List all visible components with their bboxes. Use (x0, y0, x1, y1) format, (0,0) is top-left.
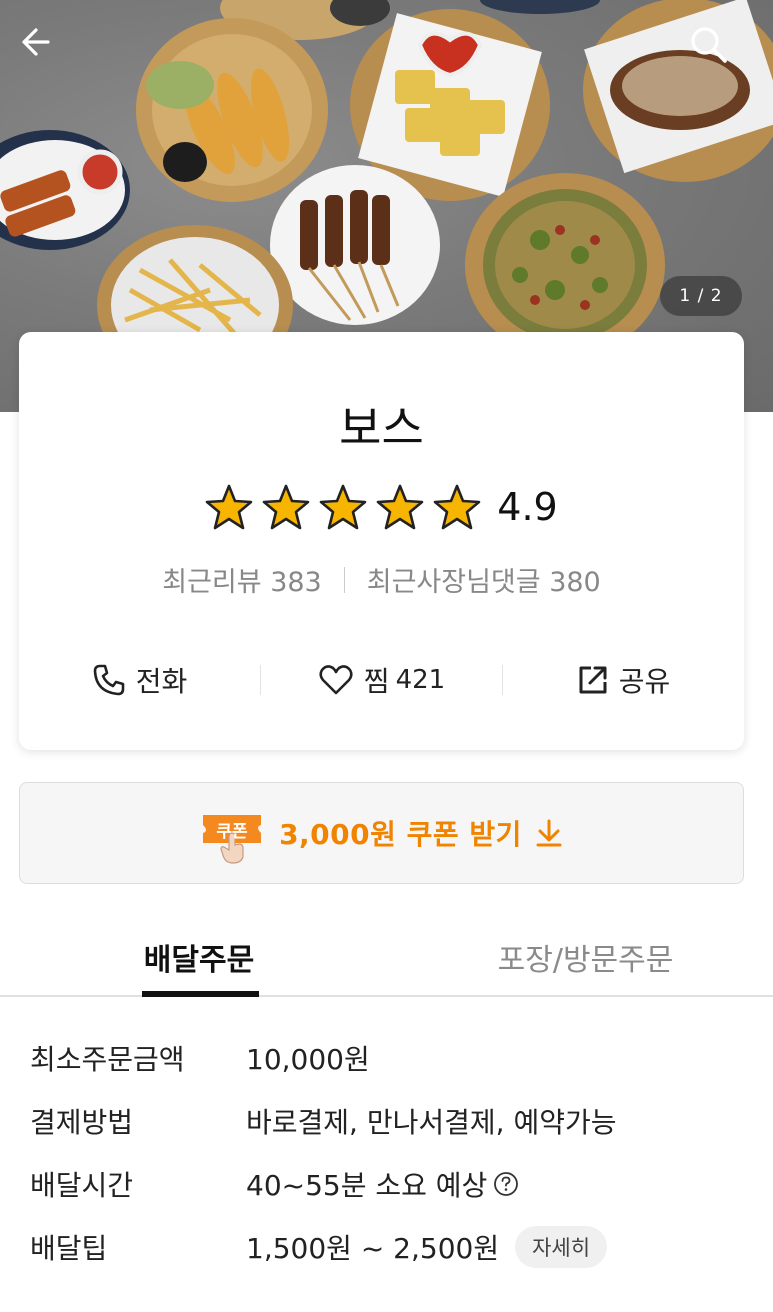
owner-reply-count[interactable]: 최근사장님댓글 380 (367, 560, 601, 599)
active-tab-indicator (142, 991, 259, 997)
info-row-min-order: 최소주문금액 10,000원 (0, 1028, 773, 1088)
info-row-delivery-time: 배달시간 40~55분 소요 예상 (0, 1154, 773, 1214)
divider (343, 566, 345, 593)
store-name: 보스 (339, 401, 424, 455)
share-label: 공유 (618, 665, 671, 698)
star-icon (319, 484, 367, 530)
share-button[interactable]: 공유 (503, 660, 744, 700)
favorite-button[interactable]: 찜 421 (261, 660, 502, 700)
call-button[interactable]: 전화 (19, 660, 260, 700)
star-icon (376, 484, 424, 530)
info-value-wrap: 40~55분 소요 예상 (246, 1164, 519, 1204)
coupon-ticket-icon: 쿠폰 (201, 805, 267, 864)
tab-label: 배달주문 (143, 943, 255, 978)
tip-detail-button[interactable]: 자세히 (515, 1226, 608, 1268)
back-button[interactable] (18, 24, 74, 80)
image-page-indicator: 1 / 2 (660, 276, 742, 316)
info-label: 배달시간 (30, 1169, 134, 1202)
order-type-tabs: 배달주문 포장/방문주문 (0, 925, 773, 997)
coupon-badge-label: 쿠폰 (216, 822, 248, 842)
info-label: 최소주문금액 (30, 1043, 185, 1076)
star-icon (205, 484, 253, 530)
info-value-wrap: 1,500원 ~ 2,500원 자세히 (246, 1226, 608, 1268)
info-value: 1,500원 ~ 2,500원 (246, 1232, 500, 1265)
favorite-label: 찜 (363, 665, 390, 698)
share-icon (579, 666, 607, 694)
coupon-download-button[interactable]: 쿠폰 3,000원 쿠폰 받기 (19, 782, 744, 884)
info-row-delivery-tip: 배달팁 1,500원 ~ 2,500원 자세히 (0, 1217, 773, 1277)
info-value: 40~55분 소요 예상 (246, 1169, 488, 1202)
search-button[interactable] (688, 24, 744, 80)
tab-label: 포장/방문주문 (497, 943, 674, 978)
download-arrow-icon (536, 819, 562, 847)
arrow-left-icon (22, 28, 50, 56)
store-info-card: 보스 4.9 최근리뷰 383 최근사장님댓글 380 전화 찜 421 공유 (19, 332, 744, 750)
rating-row: 4.9 (19, 482, 744, 532)
tab-delivery-order[interactable]: 배달주문 (0, 925, 398, 997)
recent-review-count[interactable]: 최근리뷰 383 (162, 560, 321, 599)
store-actions: 전화 찜 421 공유 (19, 650, 744, 710)
rating-value: 4.9 (497, 485, 558, 529)
review-stats: 최근리뷰 383 최근사장님댓글 380 (19, 560, 744, 599)
tab-pickup-order[interactable]: 포장/방문주문 (398, 925, 773, 995)
info-value: 바로결제, 만나서결제, 예약가능 (246, 1106, 617, 1139)
call-label: 전화 (135, 665, 188, 698)
help-circle-icon[interactable] (493, 1171, 519, 1197)
info-row-payment: 결제방법 바로결제, 만나서결제, 예약가능 (0, 1091, 773, 1151)
phone-icon (93, 664, 125, 696)
star-icon (433, 484, 481, 530)
info-value: 10,000원 (246, 1043, 370, 1076)
info-label: 결제방법 (30, 1106, 134, 1139)
star-icon (262, 484, 310, 530)
search-icon (691, 27, 727, 63)
favorite-count: 421 (395, 665, 446, 695)
rating-stars (205, 484, 481, 530)
coupon-label: 3,000원 쿠폰 받기 (279, 818, 522, 851)
heart-icon (319, 665, 353, 695)
info-label: 배달팁 (30, 1232, 108, 1265)
